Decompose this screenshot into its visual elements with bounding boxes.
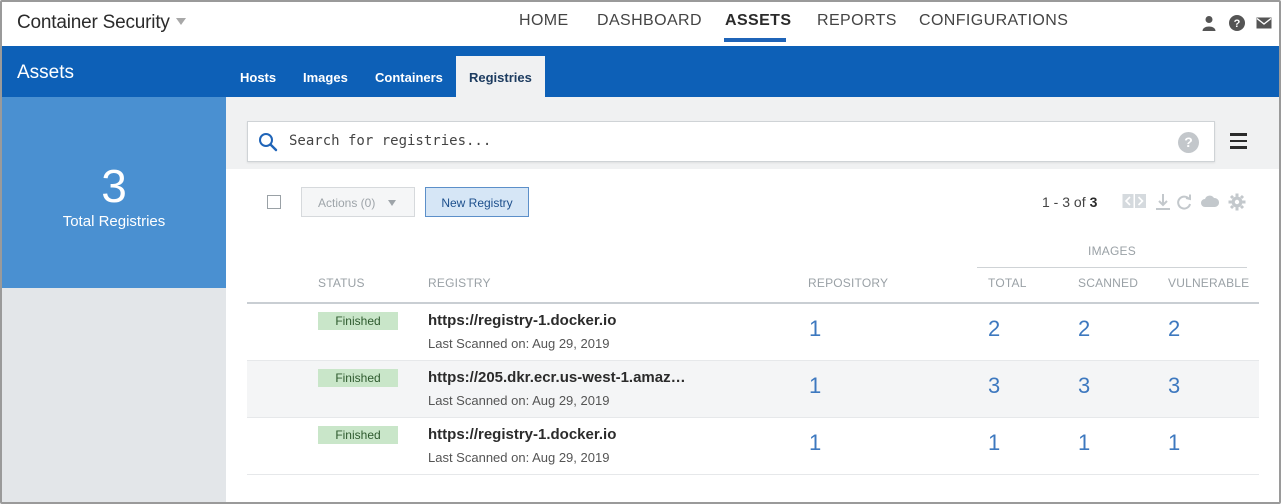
images-scanned[interactable]: 3 [1078,373,1090,399]
registry-url[interactable]: https://registry-1.docker.io [428,426,688,443]
col-header-registry[interactable]: REGISTRY [428,276,491,290]
images-total[interactable]: 2 [988,316,1000,342]
user-icon[interactable] [1201,15,1217,31]
status-badge: Finished [318,312,398,330]
section-title: Assets [17,62,75,83]
status-badge: Finished [318,426,398,444]
last-scanned: Last Scanned on: Aug 29, 2019 [428,450,610,465]
images-group-divider [977,267,1247,268]
images-vulnerable[interactable]: 3 [1168,373,1180,399]
app-switcher-caret-icon[interactable] [176,18,186,25]
app-title[interactable]: Container Security [17,12,170,34]
new-registry-button[interactable]: New Registry [425,187,529,217]
hamburger-menu-icon[interactable] [1230,133,1248,149]
search-help-icon[interactable]: ? [1178,132,1199,153]
actions-label: Actions (0) [318,196,376,210]
images-scanned[interactable]: 1 [1078,430,1090,456]
images-total[interactable]: 3 [988,373,1000,399]
select-all-checkbox[interactable] [267,195,281,209]
gear-icon[interactable] [1228,193,1246,211]
total-registries-label: Total Registries [62,213,166,230]
nav-reports[interactable]: REPORTS [817,12,897,30]
mail-icon[interactable] [1256,15,1272,31]
tab-images[interactable]: Images [303,56,348,97]
col-header-repository[interactable]: REPOSITORY [808,276,888,290]
images-group-header: IMAGES [1088,244,1136,258]
download-icon[interactable] [1155,193,1171,211]
table-row[interactable]: Finished https://registry-1.docker.io La… [247,418,1259,475]
prev-next-page-icon[interactable] [1122,193,1147,209]
nav-assets[interactable]: ASSETS [725,12,791,30]
table-row[interactable]: Finished https://registry-1.docker.io La… [247,304,1259,361]
total-registries-count: 3 [101,160,127,212]
images-vulnerable[interactable]: 2 [1168,316,1180,342]
search-box[interactable]: ? [247,121,1215,162]
help-icon[interactable]: ? [1229,15,1245,31]
last-scanned: Last Scanned on: Aug 29, 2019 [428,393,610,408]
tab-registries[interactable]: Registries [456,56,545,97]
repository-count[interactable]: 1 [809,373,821,399]
tab-containers[interactable]: Containers [375,56,443,97]
nav-active-indicator [724,38,786,42]
nav-dashboard[interactable]: DASHBOARD [597,12,702,30]
table-row[interactable]: Finished https://205.dkr.ecr.us-west-1.a… [247,361,1259,418]
cloud-icon[interactable] [1201,193,1219,209]
nav-configurations[interactable]: CONFIGURATIONS [919,12,1068,30]
col-header-status[interactable]: STATUS [318,276,365,290]
chevron-down-icon [388,200,396,206]
top-bar: Container Security HOME DASHBOARD ASSETS… [2,2,1279,46]
nav-home[interactable]: HOME [519,12,569,30]
col-header-scanned[interactable]: SCANNED [1078,276,1138,290]
images-scanned[interactable]: 2 [1078,316,1090,342]
refresh-icon[interactable] [1176,193,1192,211]
left-panel: 3 Total Registries [2,97,226,502]
section-header: Assets Hosts Images Containers Registrie… [2,46,1279,97]
search-input[interactable] [289,133,1149,149]
actions-dropdown[interactable]: Actions (0) [301,187,415,217]
images-vulnerable[interactable]: 1 [1168,430,1180,456]
app-window: Container Security HOME DASHBOARD ASSETS… [0,0,1281,504]
search-icon [259,133,278,152]
pager-range: 1 - 3 of [1042,194,1086,210]
pagination-info: 1 - 3 of 3 [1042,194,1097,210]
repository-count[interactable]: 1 [809,430,821,456]
status-badge: Finished [318,369,398,387]
svg-text:?: ? [1234,18,1241,30]
last-scanned: Last Scanned on: Aug 29, 2019 [428,336,610,351]
tab-hosts[interactable]: Hosts [240,56,276,97]
main-content: ? Actions (0) New Registry 1 - 3 of3 [226,97,1279,502]
registry-url[interactable]: https://registry-1.docker.io [428,312,688,329]
pager-total: 3 [1089,194,1098,210]
col-header-total[interactable]: TOTAL [988,276,1027,290]
registry-url[interactable]: https://205.dkr.ecr.us-west-1.amaz… [428,369,688,386]
search-area: ? [226,97,1279,169]
total-registries-card: 3 Total Registries [2,97,226,288]
col-header-vulnerable[interactable]: VULNERABLE [1168,276,1249,290]
images-total[interactable]: 1 [988,430,1000,456]
repository-count[interactable]: 1 [809,316,821,342]
